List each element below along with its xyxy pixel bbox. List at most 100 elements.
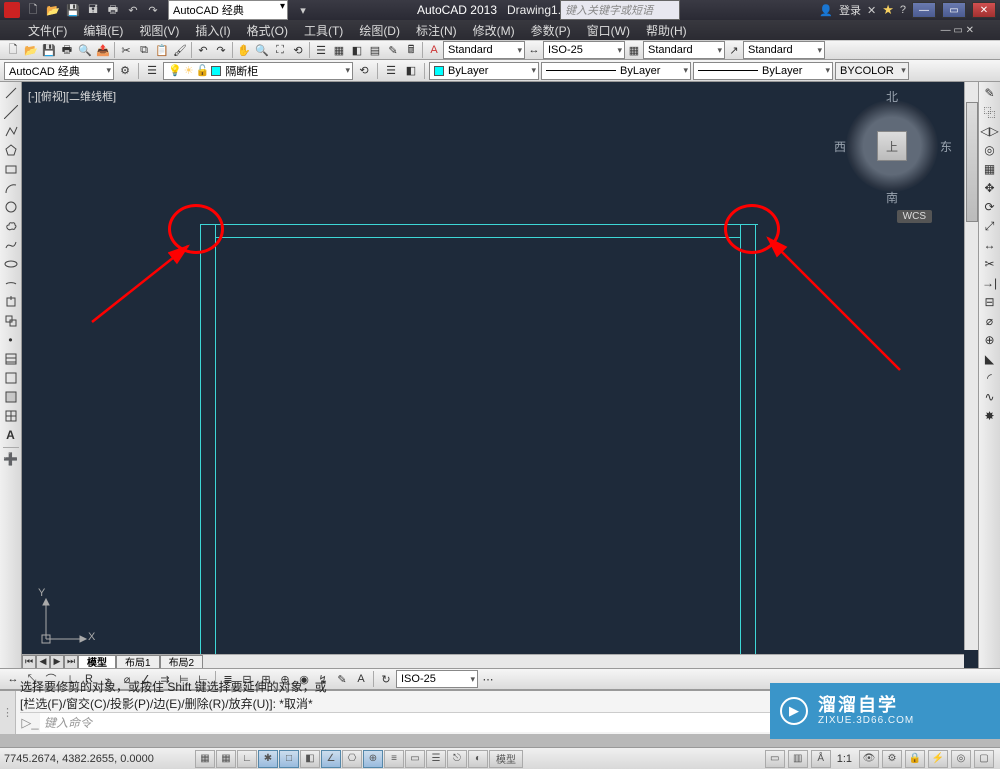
- xline-icon[interactable]: [2, 103, 20, 121]
- clean-screen-icon[interactable]: ▢: [974, 750, 994, 768]
- save-icon[interactable]: 💾: [40, 41, 58, 59]
- menu-insert[interactable]: 插入(I): [187, 20, 238, 41]
- mleader-icon[interactable]: ↗: [725, 41, 743, 59]
- zoom-icon[interactable]: 🔍: [253, 41, 271, 59]
- annoscale-icon[interactable]: Å: [811, 750, 831, 768]
- search-input[interactable]: 键入关键字或短语: [560, 0, 680, 20]
- new-icon[interactable]: 🗋: [4, 41, 22, 59]
- break-point-icon[interactable]: ⊟: [981, 293, 999, 311]
- tab-first-icon[interactable]: ⏮: [22, 655, 36, 669]
- login-button[interactable]: 登录: [839, 2, 861, 18]
- offset-icon[interactable]: ◎: [981, 141, 999, 159]
- lineweight-combo[interactable]: ByLayer: [693, 62, 833, 80]
- workspace-selector[interactable]: AutoCAD 经典: [168, 0, 288, 20]
- markup-icon[interactable]: ✎: [384, 41, 402, 59]
- qat-plot-icon[interactable]: 🖶: [104, 1, 122, 19]
- menu-help[interactable]: 帮助(H): [638, 20, 695, 41]
- undo-icon[interactable]: ↶: [194, 41, 212, 59]
- fillet-icon[interactable]: ◜: [981, 369, 999, 387]
- qat-saveas-icon[interactable]: 🖬: [84, 1, 102, 19]
- paste-icon[interactable]: 📋: [153, 41, 171, 59]
- pan-icon[interactable]: ✋: [235, 41, 253, 59]
- scale-icon[interactable]: ⤢: [981, 217, 999, 235]
- tab-next-icon[interactable]: ▶: [50, 655, 64, 669]
- dim-style-combo[interactable]: ISO-25: [543, 41, 625, 59]
- dyn-toggle[interactable]: ⊕: [363, 750, 383, 768]
- zoom-prev-icon[interactable]: ⟲: [289, 41, 307, 59]
- rectangle-icon[interactable]: [2, 160, 20, 178]
- join-icon[interactable]: ⊕: [981, 331, 999, 349]
- ducs-toggle[interactable]: ⎔: [342, 750, 362, 768]
- snap-toggle[interactable]: ▦: [195, 750, 215, 768]
- preview-icon[interactable]: 🔍: [76, 41, 94, 59]
- model-space-button[interactable]: 模型: [489, 750, 523, 768]
- region-icon[interactable]: [2, 388, 20, 406]
- properties-icon[interactable]: ☰: [312, 41, 330, 59]
- toolbar-lock-icon[interactable]: 🔒: [905, 750, 925, 768]
- 3dosnap-toggle[interactable]: ◧: [300, 750, 320, 768]
- minimize-button[interactable]: —: [912, 2, 936, 18]
- menu-view[interactable]: 视图(V): [131, 20, 187, 41]
- tab-layout2[interactable]: 布局2: [160, 655, 204, 669]
- lwt-toggle[interactable]: ≡: [384, 750, 404, 768]
- extend-icon[interactable]: →|: [981, 274, 999, 292]
- ws-switch-icon[interactable]: ⚙: [882, 750, 902, 768]
- osnap-toggle[interactable]: □: [279, 750, 299, 768]
- menu-edit[interactable]: 编辑(E): [75, 20, 131, 41]
- polyline-icon[interactable]: [2, 122, 20, 140]
- grid-toggle[interactable]: ▦: [216, 750, 236, 768]
- toolpalettes-icon[interactable]: ◧: [348, 41, 366, 59]
- open-icon[interactable]: 📂: [22, 41, 40, 59]
- trim-icon[interactable]: ✂: [981, 255, 999, 273]
- spline-icon[interactable]: [2, 236, 20, 254]
- tab-layout1[interactable]: 布局1: [116, 655, 160, 669]
- ellipse-arc-icon[interactable]: [2, 274, 20, 292]
- layer-combo[interactable]: 💡 ☀ 🔓 隔断柜: [163, 62, 353, 80]
- point-icon[interactable]: •: [2, 331, 20, 349]
- chamfer-icon[interactable]: ◣: [981, 350, 999, 368]
- explode-icon[interactable]: ✸: [981, 407, 999, 425]
- menu-parametric[interactable]: 参数(P): [523, 20, 579, 41]
- menu-window[interactable]: 窗口(W): [579, 20, 638, 41]
- redo-icon[interactable]: ↷: [212, 41, 230, 59]
- menu-dimension[interactable]: 标注(N): [408, 20, 465, 41]
- layer-states-icon[interactable]: ☰: [382, 62, 400, 80]
- plotstyle-combo[interactable]: BYCOLOR: [835, 62, 909, 80]
- line-icon[interactable]: [2, 84, 20, 102]
- qat-undo-icon[interactable]: ↶: [124, 1, 142, 19]
- infocenter-sign-in-icon[interactable]: 👤: [819, 4, 833, 17]
- tab-prev-icon[interactable]: ◀: [36, 655, 50, 669]
- qat-save-icon[interactable]: 💾: [64, 1, 82, 19]
- exchange-icon[interactable]: ✕: [867, 4, 876, 17]
- tablestyle-icon[interactable]: ▦: [625, 41, 643, 59]
- qat-open-icon[interactable]: 📂: [44, 1, 62, 19]
- qat-dropdown-icon[interactable]: ▾: [294, 1, 312, 19]
- cut-icon[interactable]: ✂: [117, 41, 135, 59]
- break-icon[interactable]: ⌀: [981, 312, 999, 330]
- app-icon[interactable]: [4, 2, 20, 18]
- mirror-icon[interactable]: ◁▷: [981, 122, 999, 140]
- qp-toggle[interactable]: ☰: [426, 750, 446, 768]
- layer-prev-icon[interactable]: ⟲: [355, 62, 373, 80]
- annotation-scale-label[interactable]: 1:1: [833, 753, 856, 765]
- annovis-icon[interactable]: 👁: [859, 750, 879, 768]
- tpy-toggle[interactable]: ▭: [405, 750, 425, 768]
- sheetset-icon[interactable]: ▤: [366, 41, 384, 59]
- dcenter-icon[interactable]: ▦: [330, 41, 348, 59]
- command-handle[interactable]: ⋮: [0, 691, 16, 734]
- sc-toggle[interactable]: ⎋: [447, 750, 467, 768]
- rotate-icon[interactable]: ⟳: [981, 198, 999, 216]
- menu-draw[interactable]: 绘图(D): [351, 20, 408, 41]
- gradient-icon[interactable]: [2, 369, 20, 387]
- vertical-scrollbar[interactable]: [964, 82, 978, 650]
- blend-icon[interactable]: ∿: [981, 388, 999, 406]
- doc-window-controls[interactable]: — ▭ ✕: [941, 25, 974, 36]
- maximize-button[interactable]: ▭: [942, 2, 966, 18]
- am-toggle[interactable]: ◐: [468, 750, 488, 768]
- mtext-icon[interactable]: A: [2, 426, 20, 444]
- copy-icon[interactable]: ⧉: [135, 41, 153, 59]
- polar-toggle[interactable]: ✱: [258, 750, 278, 768]
- quickview-drawings-icon[interactable]: ▥: [788, 750, 808, 768]
- textstyle-icon[interactable]: A: [425, 41, 443, 59]
- revcloud-icon[interactable]: [2, 217, 20, 235]
